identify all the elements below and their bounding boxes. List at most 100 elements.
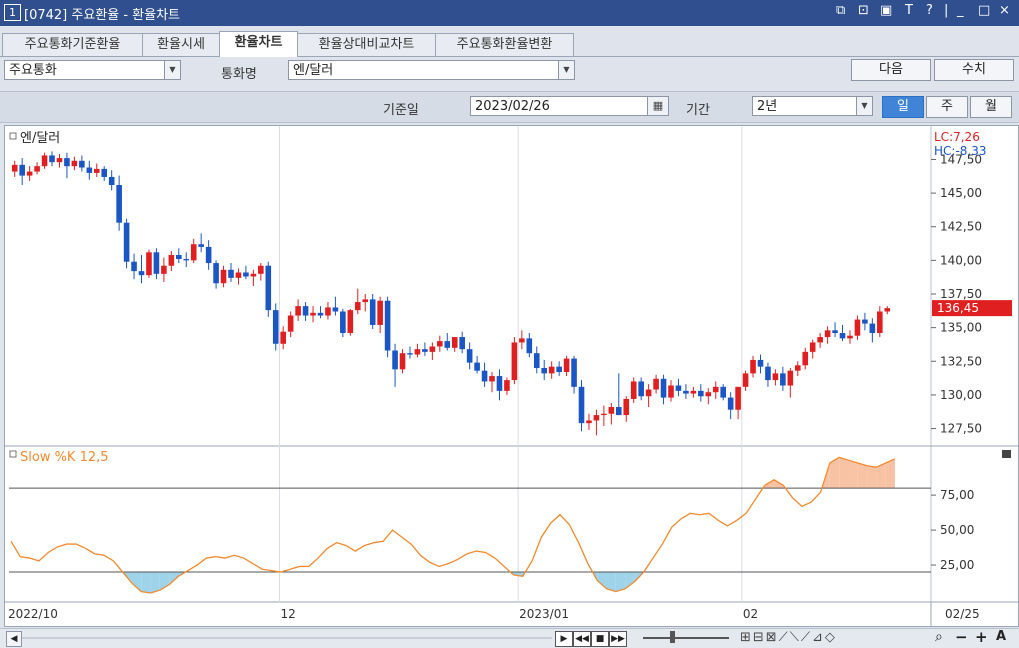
period-daily-button[interactable]: 일 [882, 96, 924, 118]
candle-body [556, 366, 562, 373]
period-select[interactable]: 2년 ▼ [752, 96, 873, 116]
candle-body [250, 273, 257, 277]
candle-body [750, 359, 756, 374]
candle-body [541, 368, 548, 374]
candle-body [757, 359, 764, 367]
pin-icon[interactable]: ▣ [880, 3, 892, 18]
candle-body [451, 337, 458, 348]
candle-body [287, 315, 294, 332]
candle-body [108, 176, 115, 186]
candle-body [772, 373, 779, 381]
candle-body [668, 385, 674, 398]
base-date-label: 기준일 [383, 103, 419, 118]
overbought-fill [839, 457, 849, 489]
x-axis-label: 02 [743, 607, 758, 621]
candle-body [735, 386, 741, 410]
chevron-down-icon[interactable]: ▼ [164, 61, 180, 79]
price-tick-label: 135,00 [940, 321, 982, 335]
help-icon[interactable]: ? [926, 3, 933, 18]
candle-body [705, 392, 712, 397]
category-select[interactable]: 주요통화 ▼ [4, 60, 181, 80]
candle-body [310, 312, 316, 316]
candle-body [93, 168, 100, 173]
price-pane-marker-icon[interactable] [9, 132, 17, 140]
candle-body [183, 259, 190, 261]
candle-body [198, 244, 204, 247]
overbought-fill [857, 462, 868, 489]
candle-body [414, 349, 421, 355]
oversold-fill [141, 572, 151, 594]
candle-body [71, 160, 78, 167]
chart-canvas[interactable]: 엔/달러 Slow %K 12,5 LC:7,26 HC:-8,33 147,5… [5, 126, 1018, 626]
candle-body [116, 185, 122, 223]
chevron-down-icon[interactable]: ▼ [856, 97, 872, 115]
currency-select[interactable]: 엔/달러 ▼ [288, 60, 575, 80]
candle-body [190, 244, 197, 261]
zoom-slider-handle[interactable] [670, 631, 675, 643]
minimize-icon[interactable]: _ [957, 3, 964, 18]
candle-body [161, 265, 167, 274]
candle-body [504, 380, 510, 391]
values-button[interactable]: 수치 [934, 59, 1014, 81]
candle-body [884, 308, 891, 312]
zoom-out-icon[interactable]: − [955, 628, 968, 646]
window-number: 1 [4, 4, 21, 21]
candle-body [362, 299, 369, 303]
link-window-icon[interactable]: ⧉ [836, 3, 845, 18]
candle-body [578, 386, 585, 424]
chart-tools-icon[interactable]: ⊞⊟⊠⟋⟍⟋⊿◇ [740, 630, 837, 645]
zoom-search-icon[interactable]: ⌕ [935, 629, 943, 645]
stop-icon[interactable]: ■ [591, 631, 609, 647]
chart-area[interactable]: 엔/달러 Slow %K 12,5 LC:7,26 HC:-8,33 147,5… [4, 125, 1019, 627]
candle-body [526, 338, 533, 354]
tab-relative-chart[interactable]: 환율상대비교차트 [297, 33, 436, 56]
base-date-value: 2023/02/26 [475, 99, 550, 114]
tab-major-base-rate[interactable]: 주요통화기준환율 [2, 33, 143, 56]
candle-body [608, 407, 615, 414]
candle-body [205, 246, 212, 264]
x-axis-label: 2022/10 [8, 607, 58, 621]
candle-body [645, 389, 652, 397]
indicator-pane-marker-icon[interactable] [9, 450, 17, 458]
candle-body [660, 378, 667, 398]
tab-rate-quotes[interactable]: 환율시세 [142, 33, 220, 56]
candle-body [638, 381, 644, 397]
oversold-fill [131, 572, 142, 592]
candle-body [653, 378, 659, 390]
auto-scale-icon[interactable]: A [996, 629, 1006, 644]
candle-body [101, 168, 108, 177]
font-size-icon[interactable]: T [905, 3, 913, 18]
candle-body [824, 330, 831, 338]
candle-body [392, 350, 398, 370]
candle-body [437, 341, 443, 347]
period-weekly-button[interactable]: 주 [926, 96, 968, 118]
maximize-icon[interactable]: □ [978, 3, 990, 18]
rewind-icon[interactable]: ◀◀ [573, 631, 591, 647]
pane-close-icon[interactable] [1002, 450, 1011, 458]
new-window-icon[interactable]: ⊡ [858, 3, 869, 18]
calendar-icon[interactable]: ▦ [647, 97, 668, 115]
scroll-track[interactable] [22, 637, 552, 639]
price-chart-title: 엔/달러 [20, 131, 60, 146]
candle-body [11, 164, 18, 172]
period-label: 기간 [686, 103, 710, 118]
candle-body [481, 370, 488, 382]
close-icon[interactable]: × [999, 3, 1010, 18]
zoom-slider[interactable] [643, 637, 729, 639]
candle-body [369, 299, 376, 325]
scroll-left-icon[interactable]: ◀ [6, 631, 22, 647]
candle-body [698, 390, 704, 397]
tab-rate-converter[interactable]: 주요통화환율변환 [435, 33, 574, 56]
base-date-input[interactable]: 2023/02/26 ▦ [470, 96, 669, 116]
next-button[interactable]: 다음 [851, 59, 931, 81]
price-tick-label: 130,00 [940, 388, 982, 402]
play-icon[interactable]: ▶ [555, 631, 573, 647]
candle-body [377, 300, 383, 325]
fast-forward-icon[interactable]: ▶▶ [609, 631, 627, 647]
tab-rate-chart[interactable]: 환율차트 [219, 31, 298, 57]
candle-body [496, 376, 503, 391]
zoom-in-icon[interactable]: + [975, 628, 988, 646]
current-price-label: 136,45 [937, 301, 979, 315]
chevron-down-icon[interactable]: ▼ [558, 61, 574, 79]
period-monthly-button[interactable]: 월 [970, 96, 1012, 118]
